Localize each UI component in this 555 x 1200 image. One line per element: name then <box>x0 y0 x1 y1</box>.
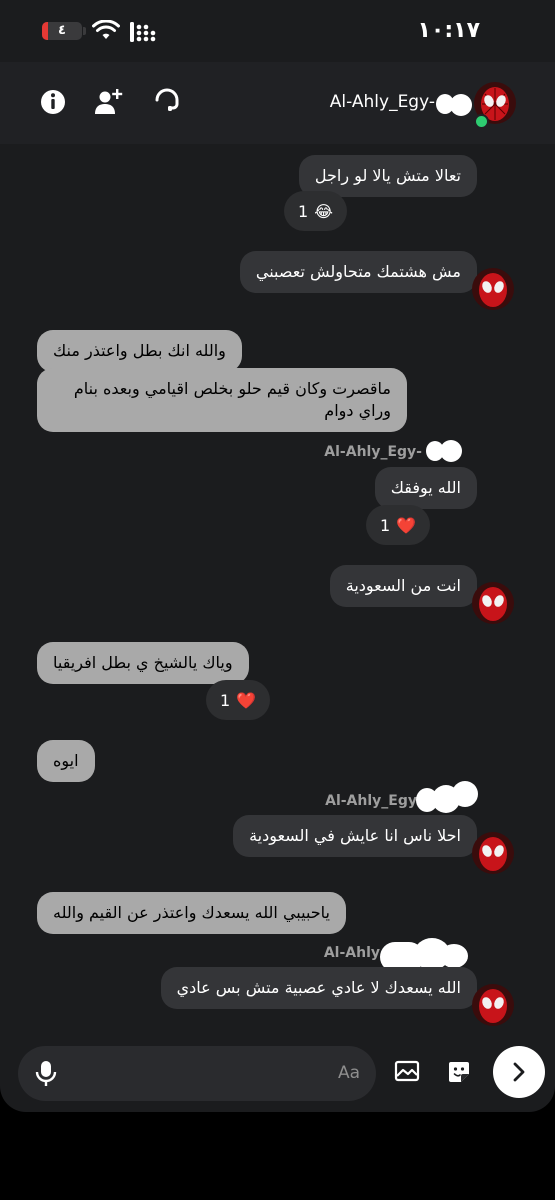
message-bubble[interactable]: والله انك بطل واعتذر منك <box>37 330 242 372</box>
message-bubble[interactable]: الله يوفقك <box>374 467 477 509</box>
contact-name[interactable]: Al-Ahly_Egy- <box>330 92 435 112</box>
microphone-icon[interactable] <box>35 1060 57 1088</box>
laughing-emoji-icon: 😂 <box>314 201 333 221</box>
chevron-right-icon <box>513 1062 525 1082</box>
message-input-placeholder[interactable]: Aa <box>338 1063 360 1083</box>
chat-header: Al-Ahly_Egy- <box>0 62 555 144</box>
message-bubble[interactable]: ماقصرت وكان قيم حلو بخلص اقيامي وبعده بن… <box>37 368 407 432</box>
online-status-dot <box>474 114 489 129</box>
message-bubble[interactable]: مش هشتمك متحاولش تعصبني <box>239 251 477 293</box>
sender-avatar[interactable] <box>472 582 514 624</box>
signal-icon <box>130 22 156 42</box>
sender-name: Al-Ahly <box>323 945 380 961</box>
message-bubble[interactable]: وياك يالشيخ ي بطل افريقيا <box>37 642 249 684</box>
sender-avatar[interactable] <box>472 984 514 1026</box>
heart-emoji-icon: ❤️ <box>236 690 257 710</box>
info-icon[interactable] <box>38 87 68 117</box>
sender-avatar[interactable] <box>472 268 514 310</box>
sender-avatar[interactable] <box>472 832 514 874</box>
wifi-icon <box>92 20 120 39</box>
status-time: ١٠:١٧ <box>417 18 480 43</box>
call-icon[interactable] <box>152 87 182 117</box>
gallery-icon[interactable] <box>394 1059 420 1085</box>
send-button[interactable] <box>493 1046 545 1098</box>
message-bubble[interactable]: الله يسعدك لا عادي عصبية متش بس عادي <box>160 967 477 1009</box>
message-reaction[interactable]: 1 ❤️ <box>206 680 271 720</box>
message-bubble[interactable]: انت من السعودية <box>329 565 477 607</box>
message-bubble[interactable]: ايوه <box>37 740 95 782</box>
message-bubble[interactable]: احلا ناس انا عايش في السعودية <box>233 815 477 857</box>
sender-name: Al-Ahly_Egy <box>325 793 417 809</box>
message-reaction[interactable]: 1 ❤️ <box>366 505 431 545</box>
message-bubble[interactable]: ياحبيبي الله يسعدك واعتذر عن القيم والله <box>37 892 346 934</box>
battery-level: ٤ <box>58 23 66 38</box>
battery-icon: ٤ <box>42 22 82 40</box>
message-composer[interactable]: Aa <box>18 1046 376 1101</box>
heart-emoji-icon: ❤️ <box>396 515 417 535</box>
sender-name: Al-Ahly_Egy- <box>324 444 422 460</box>
sticker-icon[interactable] <box>446 1059 472 1085</box>
chat-screen: ٤ ١٠:١٧ Al-Ahly_Egy- تعالا متش يالا لو ر… <box>0 0 555 1112</box>
add-person-icon[interactable] <box>94 87 124 117</box>
message-reaction[interactable]: 1 😂 <box>284 191 347 231</box>
status-bar: ٤ ١٠:١٧ <box>0 0 555 62</box>
